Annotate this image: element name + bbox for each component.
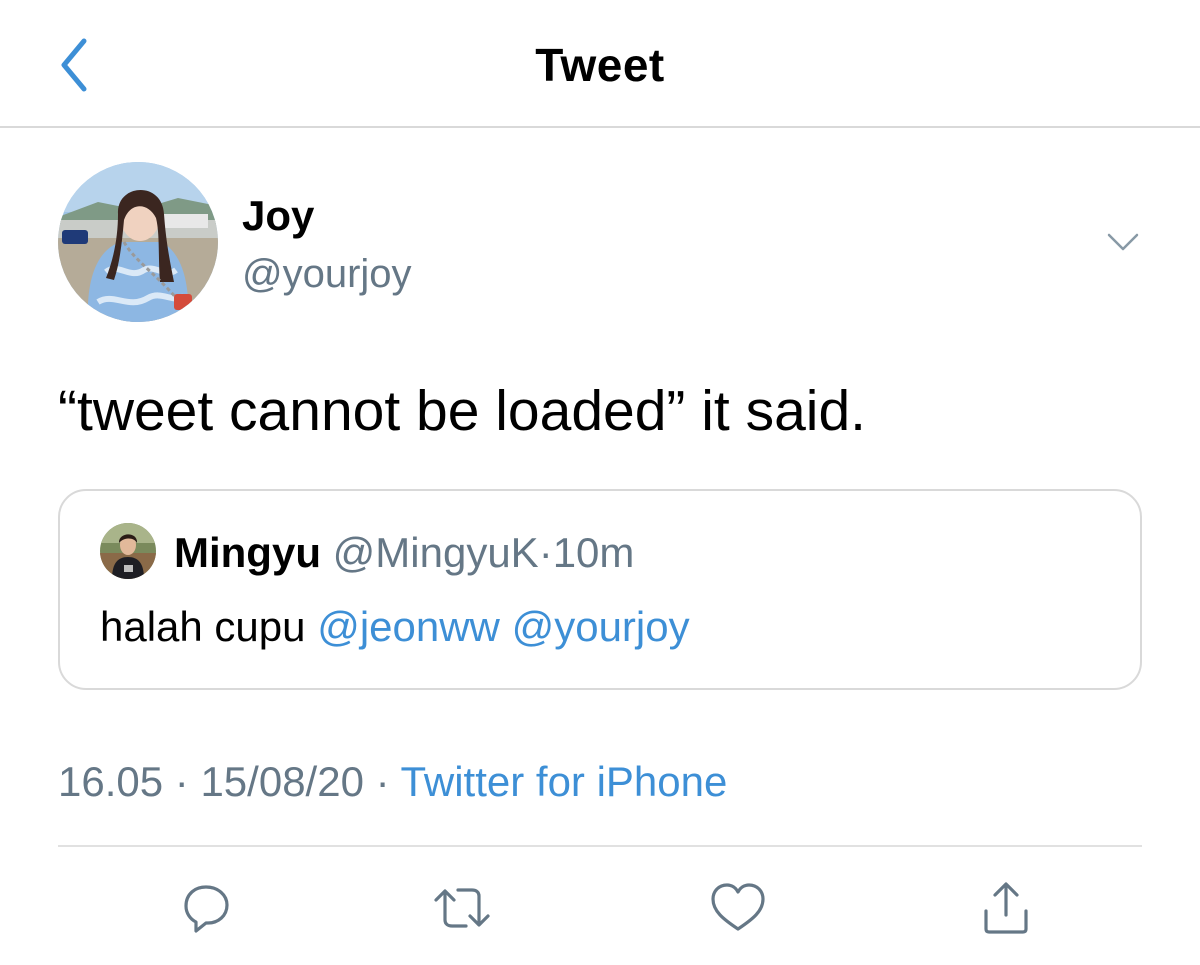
quoted-tweet-time: 10m [552, 529, 635, 576]
quoted-author-name[interactable]: Mingyu [174, 529, 321, 576]
tweet-time: 16.05 [58, 758, 164, 805]
mention-link[interactable]: @jeonww [317, 603, 500, 650]
tweet-source-link[interactable]: Twitter for iPhone [401, 758, 728, 805]
author-name[interactable]: Joy [242, 192, 314, 240]
page-title: Tweet [535, 39, 665, 91]
quoted-author-handle[interactable]: @MingyuK [333, 529, 539, 576]
actions-divider [58, 845, 1142, 847]
quoted-author-avatar[interactable] [100, 523, 156, 579]
reply-icon [184, 885, 229, 933]
like-icon [711, 883, 765, 931]
top-nav-bar: Tweet [0, 0, 1200, 128]
quoted-author-avatar-image [100, 523, 156, 579]
author-handle[interactable]: @yourjoy [242, 252, 412, 297]
share-icon [984, 882, 1028, 934]
reply-button[interactable] [174, 876, 238, 940]
author-avatar-image [58, 162, 218, 322]
quoted-separator: · [538, 529, 553, 576]
like-button[interactable] [706, 876, 770, 940]
retweet-button[interactable] [430, 876, 494, 940]
quoted-tweet-text-prefix: halah cupu [100, 603, 306, 650]
quoted-tweet-card[interactable]: Mingyu @MingyuK·10m halah cupu @jeonww @… [58, 489, 1142, 690]
meta-separator: · [375, 758, 390, 805]
tweet-text: “tweet cannot be loaded” it said. [58, 379, 866, 443]
retweet-icon [434, 888, 490, 928]
meta-separator: · [174, 758, 189, 805]
quoted-tweet-text: halah cupu @jeonww @yourjoy [100, 603, 690, 651]
mention-link[interactable]: @yourjoy [512, 603, 690, 650]
tweet-date: 15/08/20 [200, 758, 364, 805]
chevron-down-icon [1107, 233, 1139, 251]
more-options-button[interactable] [1098, 222, 1148, 262]
share-button[interactable] [974, 876, 1038, 940]
quoted-tweet-header: Mingyu @MingyuK·10m [174, 529, 634, 577]
tweet-metadata: 16.05 · 15/08/20 · Twitter for iPhone [58, 758, 727, 806]
author-avatar[interactable] [58, 162, 218, 322]
